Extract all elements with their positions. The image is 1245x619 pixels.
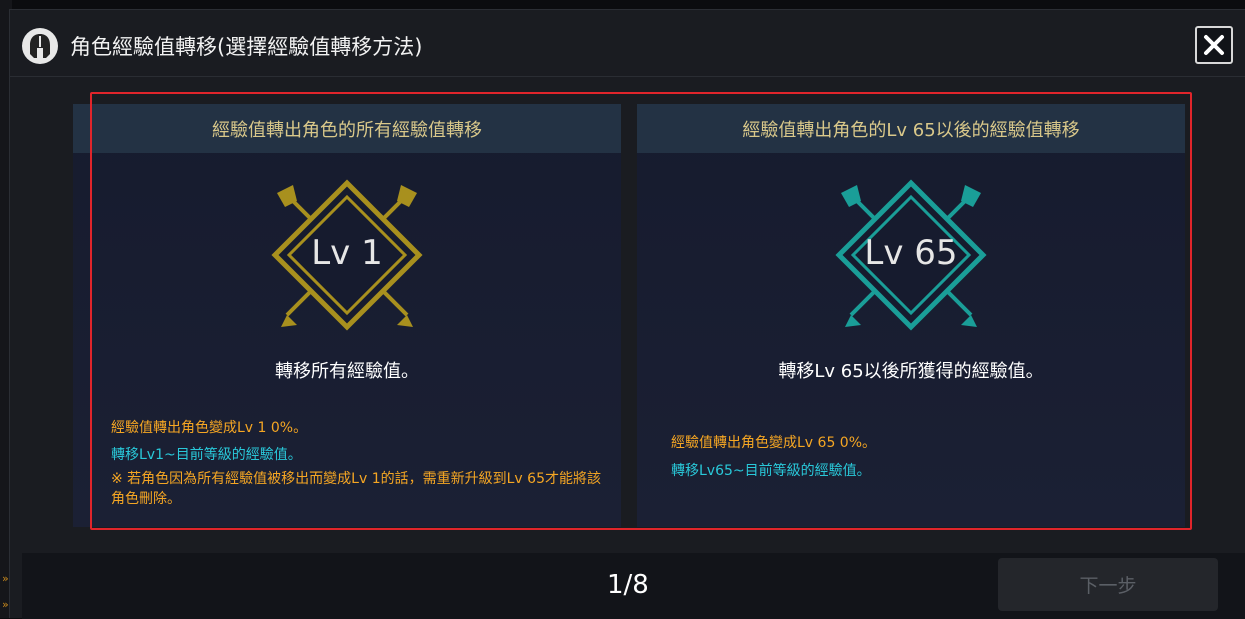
close-button[interactable] <box>1195 26 1233 64</box>
dialog-titlebar: 角色經驗值轉移(選擇經驗值轉移方法) <box>10 10 1245 77</box>
page-indicator: 1/8 <box>607 570 649 600</box>
chevron-icon: » <box>2 598 9 611</box>
dialog-title: 角色經驗值轉移(選擇經驗值轉移方法) <box>70 35 423 59</box>
close-icon <box>1204 35 1224 55</box>
helmet-icon <box>22 28 58 64</box>
selection-highlight <box>90 92 1192 530</box>
exp-transfer-dialog: 角色經驗值轉移(選擇經驗值轉移方法) 經驗值轉出角色的所有經驗值轉移 Lv 1 … <box>9 9 1245 619</box>
dialog-footer: 1/8 下一步 <box>22 553 1245 619</box>
next-step-button[interactable]: 下一步 <box>998 558 1218 611</box>
chevron-icon: » <box>2 572 9 585</box>
